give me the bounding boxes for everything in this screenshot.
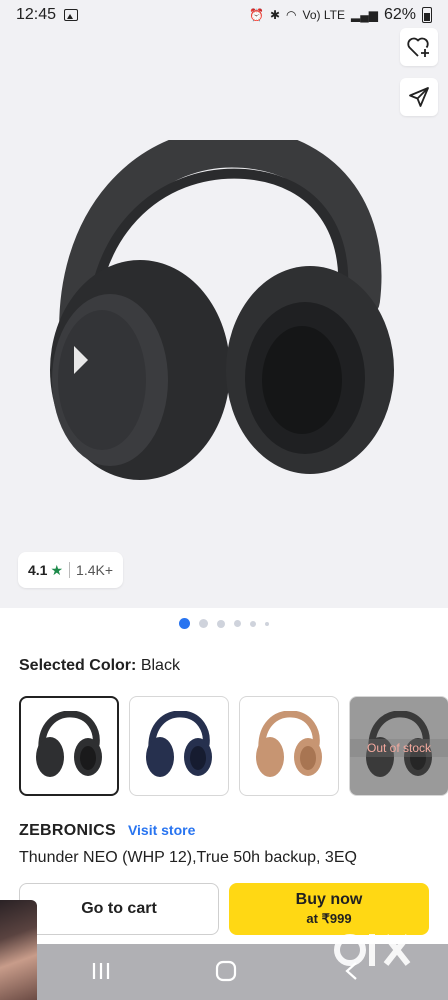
signal-icon: ▂▄▆	[351, 8, 378, 22]
color-swatch-black[interactable]	[19, 696, 119, 796]
rating-value: 4.1	[28, 562, 48, 578]
home-icon[interactable]	[214, 960, 238, 982]
battery-icon	[422, 7, 432, 23]
wifi-icon: ◠	[286, 8, 297, 22]
bluetooth-icon: ✱	[269, 8, 281, 22]
go-to-cart-button[interactable]: Go to cart	[19, 883, 219, 935]
network-type: Vo) LTE	[302, 8, 345, 22]
battery-percent: 62%	[383, 6, 416, 23]
status-time: 12:45	[16, 6, 57, 23]
swatch-headphone-black	[36, 711, 102, 777]
rating-divider	[69, 562, 71, 578]
alarm-icon: ⏰	[249, 8, 264, 22]
product-image-area[interactable]: 4.1 ★ 1.4K+	[0, 28, 448, 608]
recent-apps-icon[interactable]	[90, 960, 112, 982]
carousel-dot[interactable]	[265, 621, 269, 626]
selected-color-value: Black	[140, 657, 180, 674]
brand-name: ZEBRONICS	[19, 822, 116, 839]
brand-row: ZEBRONICS Visit store	[19, 822, 195, 840]
out-of-stock-label: Out of stock	[350, 739, 448, 757]
send-icon	[409, 87, 429, 107]
swatch-headphone-blue	[146, 711, 212, 777]
color-swatches: Out of stock	[19, 696, 448, 796]
share-button[interactable]	[400, 78, 438, 116]
carousel-dot[interactable]	[217, 619, 225, 628]
carousel-dot[interactable]	[250, 620, 256, 627]
carousel-dot[interactable]	[234, 620, 241, 627]
product-image-headphones	[50, 140, 394, 480]
carousel-dot-active[interactable]	[179, 618, 190, 629]
buy-now-price: at ₹999	[306, 911, 352, 926]
color-swatch-blue[interactable]	[129, 696, 229, 796]
wishlist-button[interactable]	[400, 28, 438, 66]
selected-color-title: Selected Color:	[19, 657, 137, 674]
heart-plus-icon	[407, 37, 429, 57]
swatch-headphone-beige	[256, 711, 322, 777]
star-icon: ★	[50, 561, 64, 578]
rating-count: 1.4K+	[76, 562, 114, 578]
carousel-indicator[interactable]	[0, 618, 448, 629]
buy-now-label: Buy now	[295, 891, 363, 908]
olx-watermark-logo	[334, 934, 411, 966]
gallery-notification-icon	[64, 9, 79, 21]
status-indicators: ⏰ ✱ ◠ Vo) LTE ▂▄▆ 62%	[249, 6, 432, 24]
carousel-dot[interactable]	[199, 619, 208, 628]
selected-color-label: Selected Color: Black	[19, 657, 180, 675]
picture-in-picture-video[interactable]	[0, 900, 37, 1000]
color-swatch-beige[interactable]	[239, 696, 339, 796]
visit-store-link[interactable]: Visit store	[128, 822, 195, 838]
product-title: Thunder NEO (WHP 12),True 50h backup, 3E…	[19, 849, 357, 866]
color-swatch-grey-out-of-stock[interactable]: Out of stock	[349, 696, 448, 796]
rating-badge[interactable]: 4.1 ★ 1.4K+	[18, 552, 124, 588]
status-bar: 12:45 ⏰ ✱ ◠ Vo) LTE ▂▄▆ 62%	[0, 0, 448, 30]
